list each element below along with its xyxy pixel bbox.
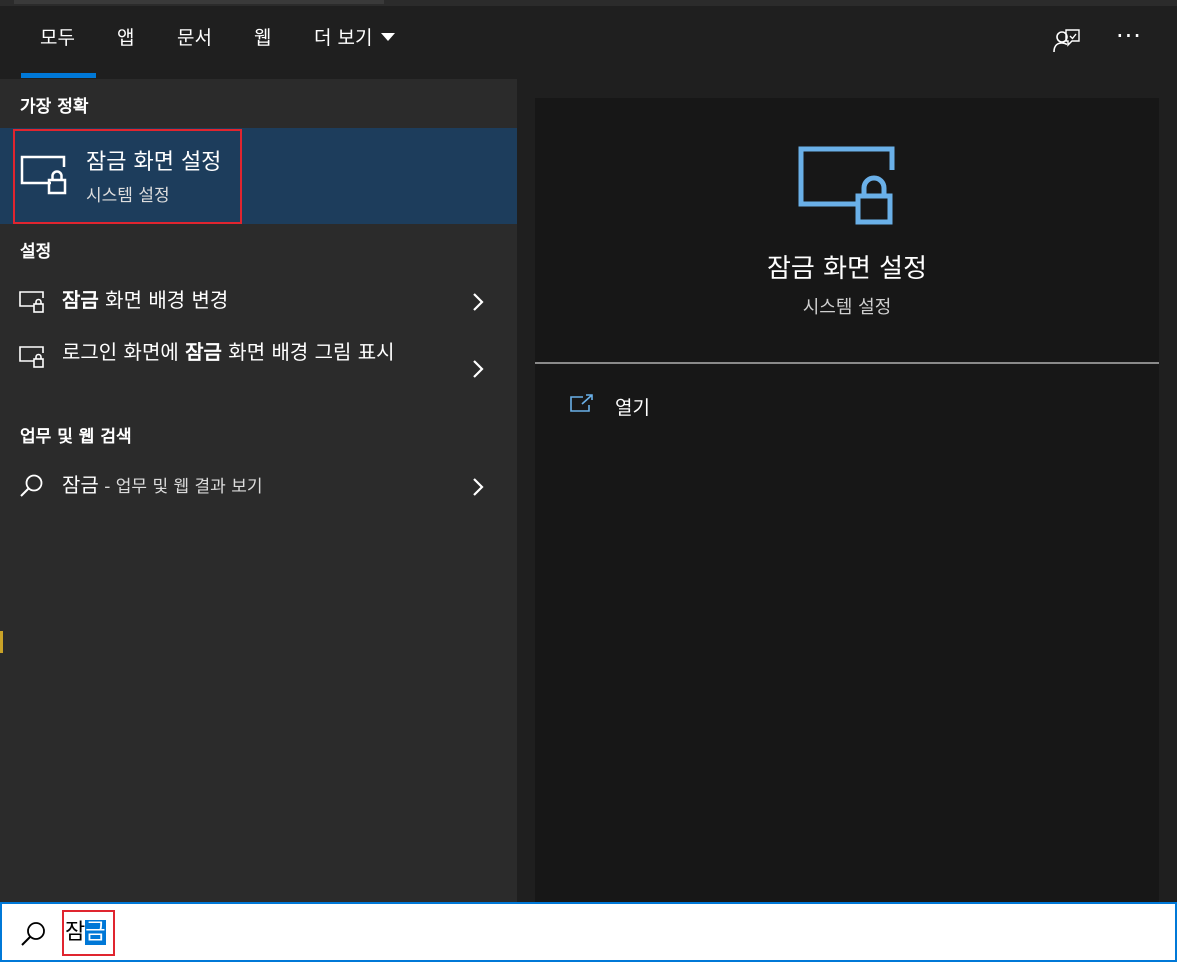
feedback-icon <box>1053 29 1080 53</box>
edge-marker <box>0 631 3 653</box>
settings-header: 설정 <box>20 242 52 262</box>
more-options-button[interactable]: ··· <box>1112 24 1146 54</box>
preview-subtitle: 시스템 설정 <box>802 297 892 318</box>
divider <box>535 362 1159 364</box>
lock-screen-icon <box>20 155 67 195</box>
chevron-right-icon <box>473 360 484 378</box>
active-tab-indicator <box>21 73 96 78</box>
lock-screen-icon-large <box>798 146 895 225</box>
search-input[interactable]: 잠금 <box>65 918 106 948</box>
best-match-title: 잠금 화면 설정 <box>86 150 222 175</box>
settings-item-change-lock-background[interactable]: 잠금 화면 배경 변경 <box>0 282 517 322</box>
web-search-label: 잠금 - 업무 및 웹 결과 보기 <box>62 473 263 497</box>
lock-screen-icon <box>19 346 44 368</box>
lock-screen-icon <box>19 291 44 313</box>
settings-item-show-lock-background-on-signin[interactable]: 로그인 화면에 잠금 화면 배경 그림 표시 <box>0 337 517 401</box>
preview-title: 잠금 화면 설정 <box>766 254 928 284</box>
best-match-item[interactable]: 잠금 화면 설정 시스템 설정 <box>0 128 517 224</box>
tab-more-label: 더 보기 <box>314 27 373 49</box>
web-search-item[interactable]: 잠금 - 업무 및 웹 결과 보기 <box>0 467 517 507</box>
chevron-right-icon <box>473 478 484 496</box>
preview-pane: 잠금 화면 설정 시스템 설정 열기 <box>535 98 1159 902</box>
tab-more[interactable]: 더 보기 <box>314 25 396 51</box>
web-search-header: 업무 및 웹 검색 <box>20 427 132 447</box>
open-external-icon <box>570 394 593 412</box>
chevron-right-icon <box>473 293 484 311</box>
tab-documents[interactable]: 문서 <box>177 25 212 51</box>
tab-web[interactable]: 웹 <box>254 25 271 51</box>
best-match-header: 가장 정확 <box>20 97 89 117</box>
settings-item-label: 잠금 화면 배경 변경 <box>62 288 229 312</box>
chevron-down-icon <box>381 33 396 41</box>
settings-item-label: 로그인 화면에 잠금 화면 배경 그림 표시 <box>62 340 395 364</box>
feedback-button[interactable] <box>1050 26 1082 58</box>
open-label: 열기 <box>615 397 650 419</box>
search-tab-bar: 모두 앱 문서 웹 더 보기 ··· <box>0 6 1177 79</box>
search-icon <box>20 474 43 497</box>
tab-all[interactable]: 모두 <box>40 25 75 51</box>
results-pane: 가장 정확 잠금 화면 설정 시스템 설정 설정 잠금 화면 배경 변경 로그인… <box>0 79 517 902</box>
open-action[interactable]: 열기 <box>535 388 1159 428</box>
search-icon <box>21 922 45 946</box>
best-match-subtitle: 시스템 설정 <box>86 186 170 206</box>
selected-text: 금 <box>85 920 106 945</box>
tab-apps[interactable]: 앱 <box>117 25 134 51</box>
search-box[interactable]: 잠금 <box>0 902 1177 962</box>
